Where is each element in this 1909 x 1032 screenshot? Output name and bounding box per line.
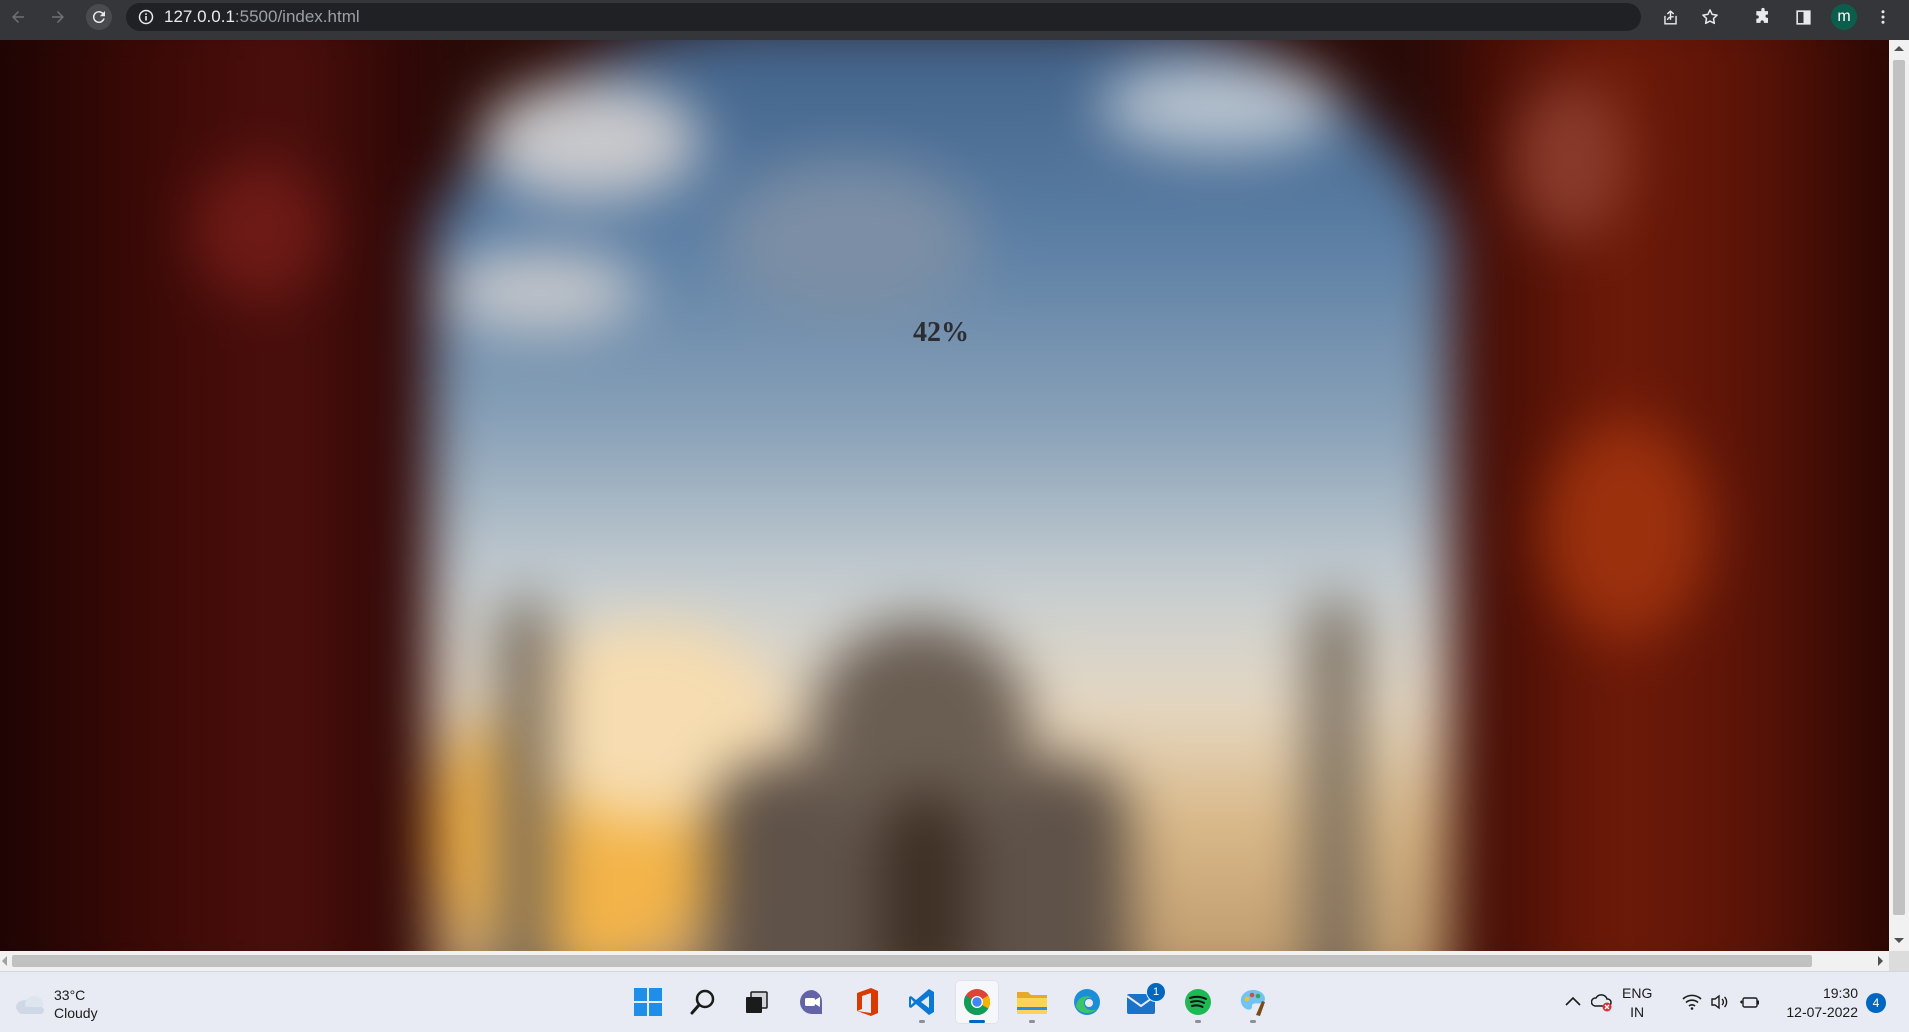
info-icon[interactable] <box>138 9 154 25</box>
show-hidden-icons-button[interactable] <box>1562 990 1584 1012</box>
scroll-left-arrow-icon[interactable] <box>2 956 7 966</box>
search-icon <box>690 989 715 1015</box>
office-icon <box>857 988 878 1016</box>
clock-button[interactable]: 19:30 12-07-2022 <box>1778 984 1858 1022</box>
taskbar-search-button[interactable] <box>681 980 725 1024</box>
arrow-right-icon <box>52 11 64 23</box>
running-indicator <box>919 1020 925 1023</box>
side-panel-icon <box>1795 9 1811 25</box>
clock-time: 19:30 <box>1822 985 1858 1001</box>
vscode-icon <box>909 989 934 1015</box>
url-host: 127.0.0.1 <box>164 7 235 26</box>
chrome-icon <box>963 989 991 1016</box>
loading-progress-text: 42% <box>913 317 969 348</box>
taskbar-task-view-button[interactable] <box>735 980 779 1024</box>
weather-condition: Cloudy <box>54 1005 98 1021</box>
url-path: :5500/index.html <box>234 7 360 26</box>
taskbar-chrome-button[interactable] <box>955 980 999 1024</box>
edge-icon <box>1074 989 1100 1015</box>
running-indicator <box>1195 1020 1201 1023</box>
taskbar-office-button[interactable] <box>845 980 889 1024</box>
forward-button[interactable] <box>45 4 71 30</box>
spotify-icon <box>1185 989 1211 1015</box>
taskbar-paint-button[interactable] <box>1231 980 1275 1024</box>
page-viewport: 42% <box>0 40 1889 951</box>
active-indicator <box>969 1020 985 1023</box>
wifi-icon <box>1682 994 1702 1010</box>
extensions-button[interactable] <box>1750 4 1776 30</box>
horizontal-scrollbar[interactable] <box>0 951 1889 971</box>
blurred-background-image <box>0 40 1889 951</box>
weather-widget[interactable]: 33°C Cloudy <box>14 986 98 1022</box>
running-indicator <box>1029 1020 1035 1023</box>
url-text[interactable]: 127.0.0.1:5500/index.html <box>164 7 360 27</box>
cloud-icon <box>16 996 44 1014</box>
puzzle-icon <box>1756 7 1768 23</box>
bookmark-star-icon[interactable] <box>1697 4 1723 30</box>
side-panel-button[interactable] <box>1790 4 1816 30</box>
taskbar-file-explorer-button[interactable] <box>1010 980 1054 1024</box>
chat-icon <box>800 990 823 1014</box>
onedrive-tray-button[interactable] <box>1590 990 1614 1014</box>
clock-date: 12-07-2022 <box>1786 1004 1858 1020</box>
share-icon[interactable] <box>1657 4 1683 30</box>
browser-toolbar: 127.0.0.1:5500/index.html m <box>0 0 1909 34</box>
address-bar[interactable]: 127.0.0.1:5500/index.html <box>126 3 1718 31</box>
reload-button[interactable] <box>86 4 112 30</box>
taskbar-vscode-button[interactable] <box>900 980 944 1024</box>
taskbar-start-button[interactable] <box>626 980 670 1024</box>
windows-taskbar: 33°C Cloudy 1 ENG IN 19:30 12-07-2022 4 <box>0 971 1909 1032</box>
profile-avatar[interactable]: m <box>1831 4 1857 30</box>
folder-icon <box>1017 992 1047 1014</box>
network-tray-button[interactable] <box>1680 990 1704 1014</box>
scrollbar-corner <box>1889 951 1909 971</box>
volume-tray-button[interactable] <box>1708 990 1732 1014</box>
scroll-up-arrow-icon[interactable] <box>1894 46 1904 51</box>
running-indicator <box>1250 1020 1256 1023</box>
input-language-indicator[interactable]: ENG IN <box>1622 984 1652 1022</box>
vertical-scroll-thumb[interactable] <box>1893 60 1905 915</box>
scroll-down-arrow-icon[interactable] <box>1894 938 1904 943</box>
horizontal-scroll-thumb[interactable] <box>12 955 1812 967</box>
weather-temperature: 33°C <box>54 987 86 1003</box>
reload-icon <box>92 11 105 24</box>
taskbar-mail-button[interactable]: 1 <box>1120 980 1166 1024</box>
taskbar-chat-button[interactable] <box>790 980 834 1024</box>
language-region: IN <box>1630 1004 1645 1020</box>
taskbar-edge-button[interactable] <box>1065 980 1109 1024</box>
battery-tray-button[interactable] <box>1738 990 1762 1014</box>
speaker-icon <box>1711 994 1728 1010</box>
arrow-left-icon <box>12 11 24 23</box>
chrome-menu-button[interactable] <box>1870 4 1896 30</box>
windows-logo-icon <box>634 988 662 1016</box>
taskbar-spotify-button[interactable] <box>1176 980 1220 1024</box>
palette-icon <box>1240 990 1265 1016</box>
onedrive-error-icon <box>1591 994 1612 1012</box>
mail-unread-badge: 1 <box>1146 982 1166 1002</box>
battery-charging-icon <box>1740 997 1759 1008</box>
kebab-menu-icon <box>1881 10 1885 24</box>
language-code: ENG <box>1622 985 1653 1001</box>
vertical-scrollbar[interactable] <box>1889 40 1909 951</box>
back-button[interactable] <box>5 4 31 30</box>
notification-count-badge[interactable]: 4 <box>1866 993 1886 1013</box>
chevron-up-icon <box>1565 996 1581 1006</box>
scroll-right-arrow-icon[interactable] <box>1878 956 1883 966</box>
task-view-icon <box>746 991 768 1013</box>
